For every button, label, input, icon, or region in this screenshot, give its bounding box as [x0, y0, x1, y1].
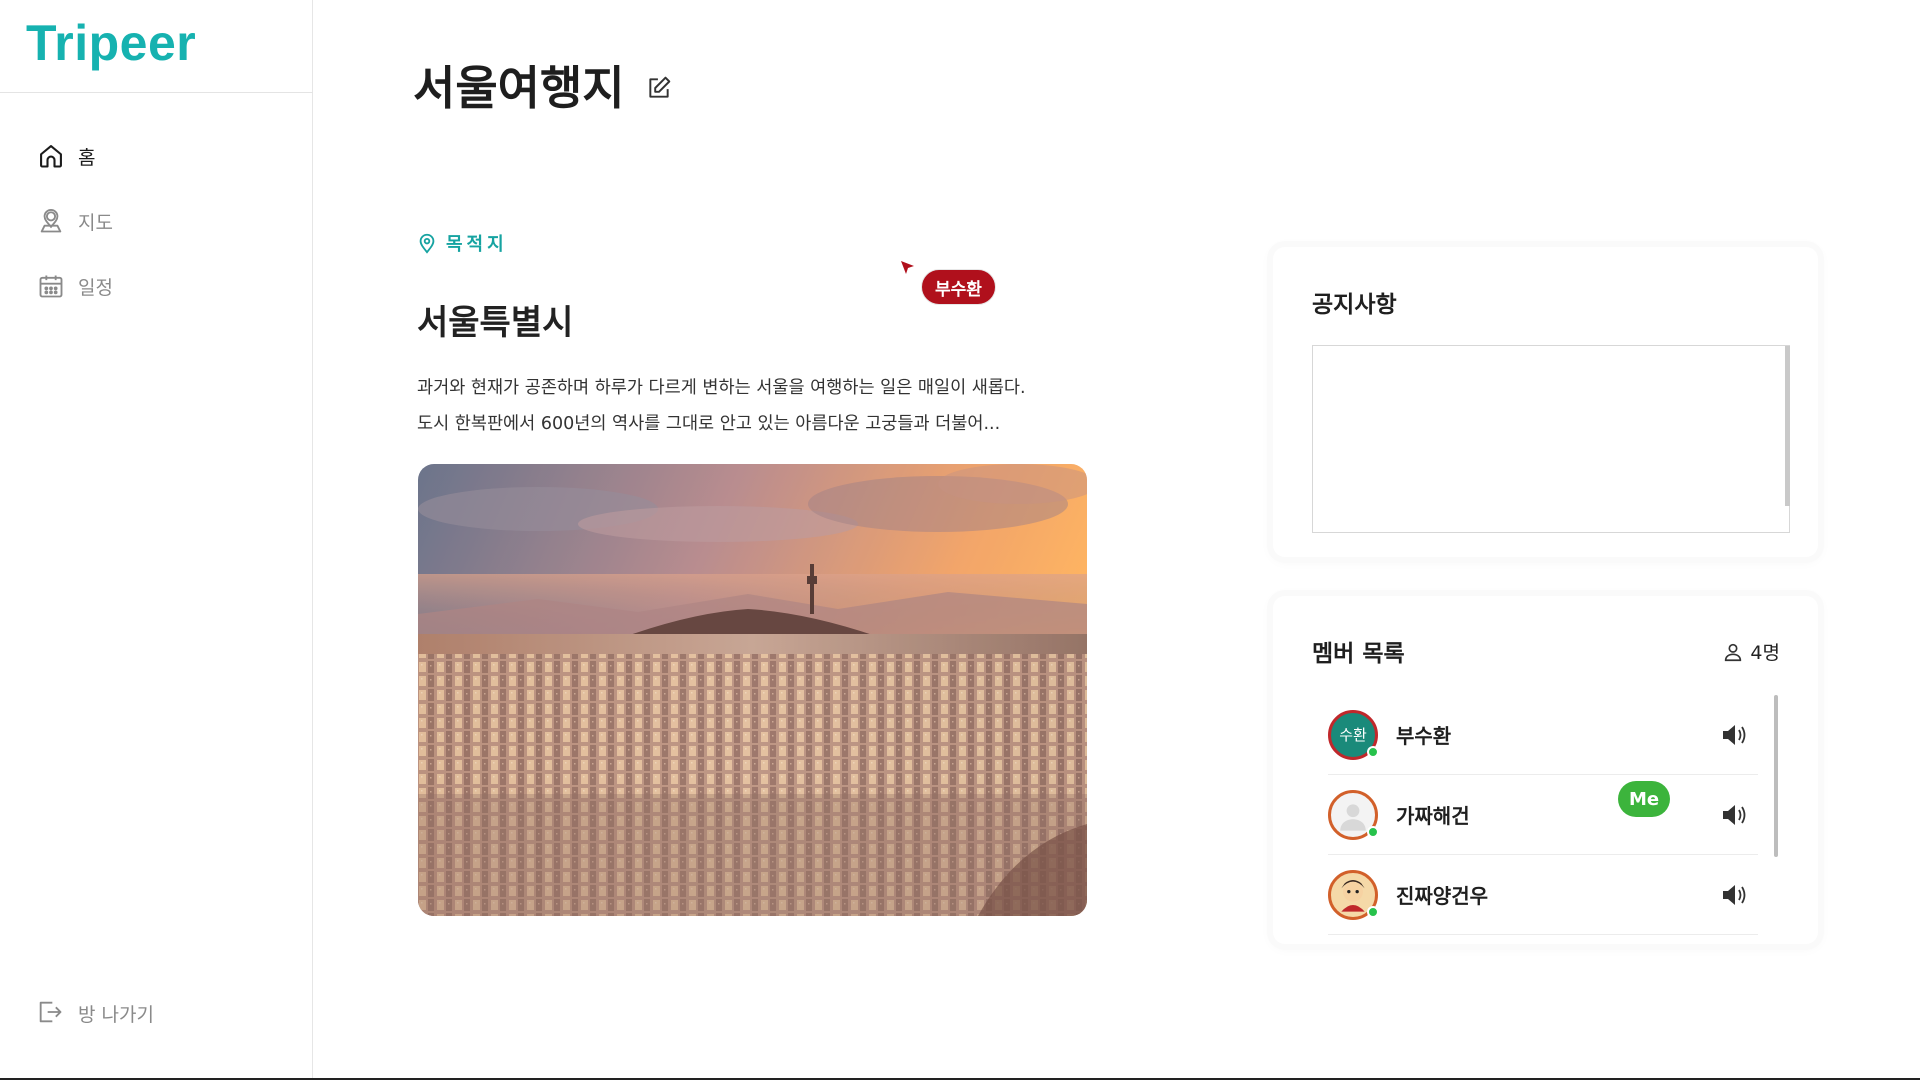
member-row[interactable]: 진짜양건우	[1328, 855, 1758, 935]
notice-title: 공지사항	[1312, 292, 1397, 318]
member-list-scrollbar[interactable]	[1774, 695, 1778, 857]
edit-icon[interactable]	[646, 75, 672, 101]
person-icon	[1725, 643, 1742, 661]
member-name: 진짜양건우	[1396, 884, 1488, 908]
exit-icon	[36, 998, 66, 1028]
online-status-dot	[1367, 825, 1379, 838]
sidebar: Tripeer 홈 지도 일정 방 나가기	[0, 0, 313, 1080]
speaker-icon[interactable]	[1720, 802, 1748, 828]
default-avatar-icon	[1340, 803, 1366, 831]
notice-card: 공지사항	[1273, 247, 1818, 557]
destination-description: 과거와 현재가 공존하며 하루가 다르게 변하는 서울을 여행하는 일은 매일이…	[417, 370, 1097, 442]
logo[interactable]: Tripeer	[26, 14, 196, 72]
sidebar-item-schedule[interactable]: 일정	[36, 268, 113, 304]
member-name: 부수환	[1396, 724, 1452, 748]
sidebar-item-home[interactable]: 홈	[36, 138, 113, 174]
destination-tag-label: 목적지	[446, 234, 508, 255]
notice-textarea[interactable]	[1312, 345, 1790, 533]
member-row[interactable]: 가짜해건 Me	[1328, 775, 1758, 855]
online-status-dot	[1367, 905, 1379, 918]
member-count-value: 4명	[1750, 642, 1780, 664]
leave-room-label: 방 나가기	[78, 1003, 154, 1026]
app-root: Tripeer 홈 지도 일정 방 나가기 서울여행지 목적지 서울특별시 과거…	[0, 0, 1920, 1080]
member-name: 가짜해건	[1396, 804, 1470, 828]
destination-tag: 목적지	[416, 230, 508, 256]
page-title: 서울여행지	[413, 61, 625, 115]
notice-scrollbar[interactable]	[1785, 346, 1790, 506]
member-list-title: 멤버 목록	[1312, 641, 1405, 667]
sidebar-item-map[interactable]: 지도	[36, 203, 113, 239]
member-list: 수환 부수환 가짜해건 Me 진짜양건우	[1328, 695, 1758, 935]
member-count: 4명	[1722, 638, 1780, 665]
destination-desc-line: 도시 한복판에서 600년의 역사를 그대로 안고 있는 아름다운 고궁들과 더…	[417, 414, 1001, 434]
me-badge: Me	[1618, 781, 1670, 817]
destination-title: 서울특별시	[417, 303, 574, 343]
sidebar-item-label: 일정	[78, 276, 113, 299]
destination-photo	[418, 464, 1087, 916]
leave-room-button[interactable]: 방 나가기	[36, 998, 154, 1028]
sidebar-divider	[0, 92, 313, 93]
avatar	[1328, 869, 1379, 920]
avatar: 수환	[1328, 709, 1379, 760]
sidebar-item-label: 홈	[78, 146, 96, 169]
home-icon	[36, 141, 66, 171]
member-row[interactable]: 수환 부수환	[1328, 695, 1758, 775]
map-pin-person-icon	[36, 206, 66, 236]
member-card: 멤버 목록 4명 수환 부수환 가짜해건 Me 진짜양건우	[1273, 596, 1818, 944]
sidebar-item-label: 지도	[78, 211, 113, 234]
destination-desc-line: 과거와 현재가 공존하며 하루가 다르게 변하는 서울을 여행하는 일은 매일이…	[417, 378, 1026, 398]
calendar-icon	[36, 271, 66, 301]
avatar-initials: 수환	[1339, 726, 1367, 744]
avatar	[1328, 789, 1379, 840]
speaker-icon[interactable]	[1720, 722, 1748, 748]
collaborator-cursor-label: 부수환	[921, 269, 996, 305]
speaker-icon[interactable]	[1720, 882, 1748, 908]
online-status-dot	[1367, 745, 1379, 758]
location-pin-icon	[419, 233, 435, 254]
cursor-arrow-icon	[901, 261, 914, 274]
sidebar-nav: 홈 지도 일정	[36, 138, 113, 333]
